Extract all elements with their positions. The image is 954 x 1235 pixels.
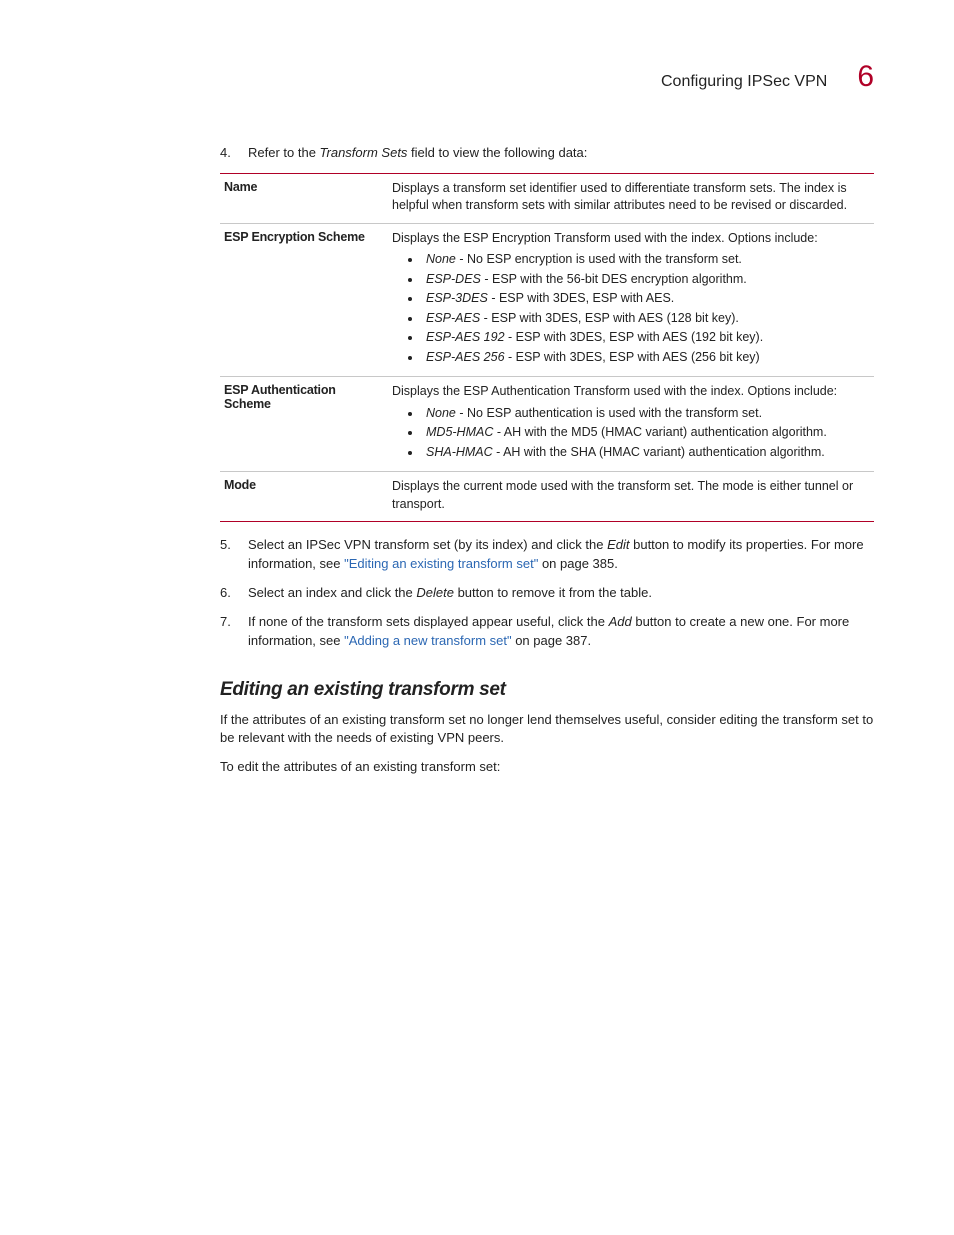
list-item: ESP-AES 192 - ESP with 3DES, ESP with AE… <box>422 329 870 347</box>
field-label: Name <box>220 173 388 223</box>
header-title: Configuring IPSec VPN <box>661 73 827 91</box>
text: Select an index and click the <box>248 585 416 600</box>
field-label: ESP Authentication Scheme <box>220 377 388 472</box>
option-list: None - No ESP encryption is used with th… <box>392 251 870 366</box>
table-row: ModeDisplays the current mode used with … <box>220 472 874 522</box>
option-list: None - No ESP authentication is used wit… <box>392 405 870 462</box>
table-row: NameDisplays a transform set identifier … <box>220 173 874 223</box>
list-item: SHA-HMAC - AH with the SHA (HMAC variant… <box>422 444 870 462</box>
field-description: Displays the ESP Authentication Transfor… <box>388 377 874 472</box>
step-body: Select an IPSec VPN transform set (by it… <box>248 536 874 574</box>
text: field to view the following data: <box>407 145 587 160</box>
list-item: MD5-HMAC - AH with the MD5 (HMAC variant… <box>422 424 870 442</box>
step-number: 7. <box>220 613 248 651</box>
text: If none of the transform sets displayed … <box>248 614 609 629</box>
list-item: None - No ESP authentication is used wit… <box>422 405 870 423</box>
ui-label: Edit <box>607 537 629 552</box>
list-item: ESP-AES - ESP with 3DES, ESP with AES (1… <box>422 310 870 328</box>
step: 7.If none of the transform sets displaye… <box>220 613 874 651</box>
text: button to remove it from the table. <box>454 585 652 600</box>
table-row: ESP Authentication SchemeDisplays the ES… <box>220 377 874 472</box>
step-4: 4. Refer to the Transform Sets field to … <box>220 144 874 163</box>
field-label: ESP Encryption Scheme <box>220 223 388 377</box>
step-number: 4. <box>220 144 248 163</box>
text: on page 387. <box>512 633 592 648</box>
list-item: ESP-AES 256 - ESP with 3DES, ESP with AE… <box>422 349 870 367</box>
section-heading: Editing an existing transform set <box>220 679 874 701</box>
step-number: 5. <box>220 536 248 574</box>
cross-reference-link[interactable]: "Editing an existing transform set" <box>344 556 538 571</box>
step: 5.Select an IPSec VPN transform set (by … <box>220 536 874 574</box>
ui-label: Add <box>609 614 632 629</box>
text: Select an IPSec VPN transform set (by it… <box>248 537 607 552</box>
chapter-number: 6 <box>857 60 874 94</box>
section-paragraph: If the attributes of an existing transfo… <box>220 711 874 749</box>
list-item: ESP-3DES - ESP with 3DES, ESP with AES. <box>422 290 870 308</box>
field-name: Transform Sets <box>320 145 408 160</box>
list-item: None - No ESP encryption is used with th… <box>422 251 870 269</box>
step-body: Select an index and click the Delete but… <box>248 584 874 603</box>
list-item: ESP-DES - ESP with the 56-bit DES encryp… <box>422 271 870 289</box>
text: on page 385. <box>538 556 618 571</box>
field-label: Mode <box>220 472 388 522</box>
field-description: Displays the ESP Encryption Transform us… <box>388 223 874 377</box>
page-header: Configuring IPSec VPN 6 <box>220 60 874 94</box>
step-number: 6. <box>220 584 248 603</box>
fields-table: NameDisplays a transform set identifier … <box>220 173 874 523</box>
section-paragraph: To edit the attributes of an existing tr… <box>220 758 874 777</box>
field-description: Displays the current mode used with the … <box>388 472 874 522</box>
step-body: If none of the transform sets displayed … <box>248 613 874 651</box>
text: Refer to the <box>248 145 320 160</box>
step: 6.Select an index and click the Delete b… <box>220 584 874 603</box>
cross-reference-link[interactable]: "Adding a new transform set" <box>344 633 511 648</box>
step-body: Refer to the Transform Sets field to vie… <box>248 144 874 163</box>
field-description: Displays a transform set identifier used… <box>388 173 874 223</box>
ui-label: Delete <box>416 585 454 600</box>
table-row: ESP Encryption SchemeDisplays the ESP En… <box>220 223 874 377</box>
